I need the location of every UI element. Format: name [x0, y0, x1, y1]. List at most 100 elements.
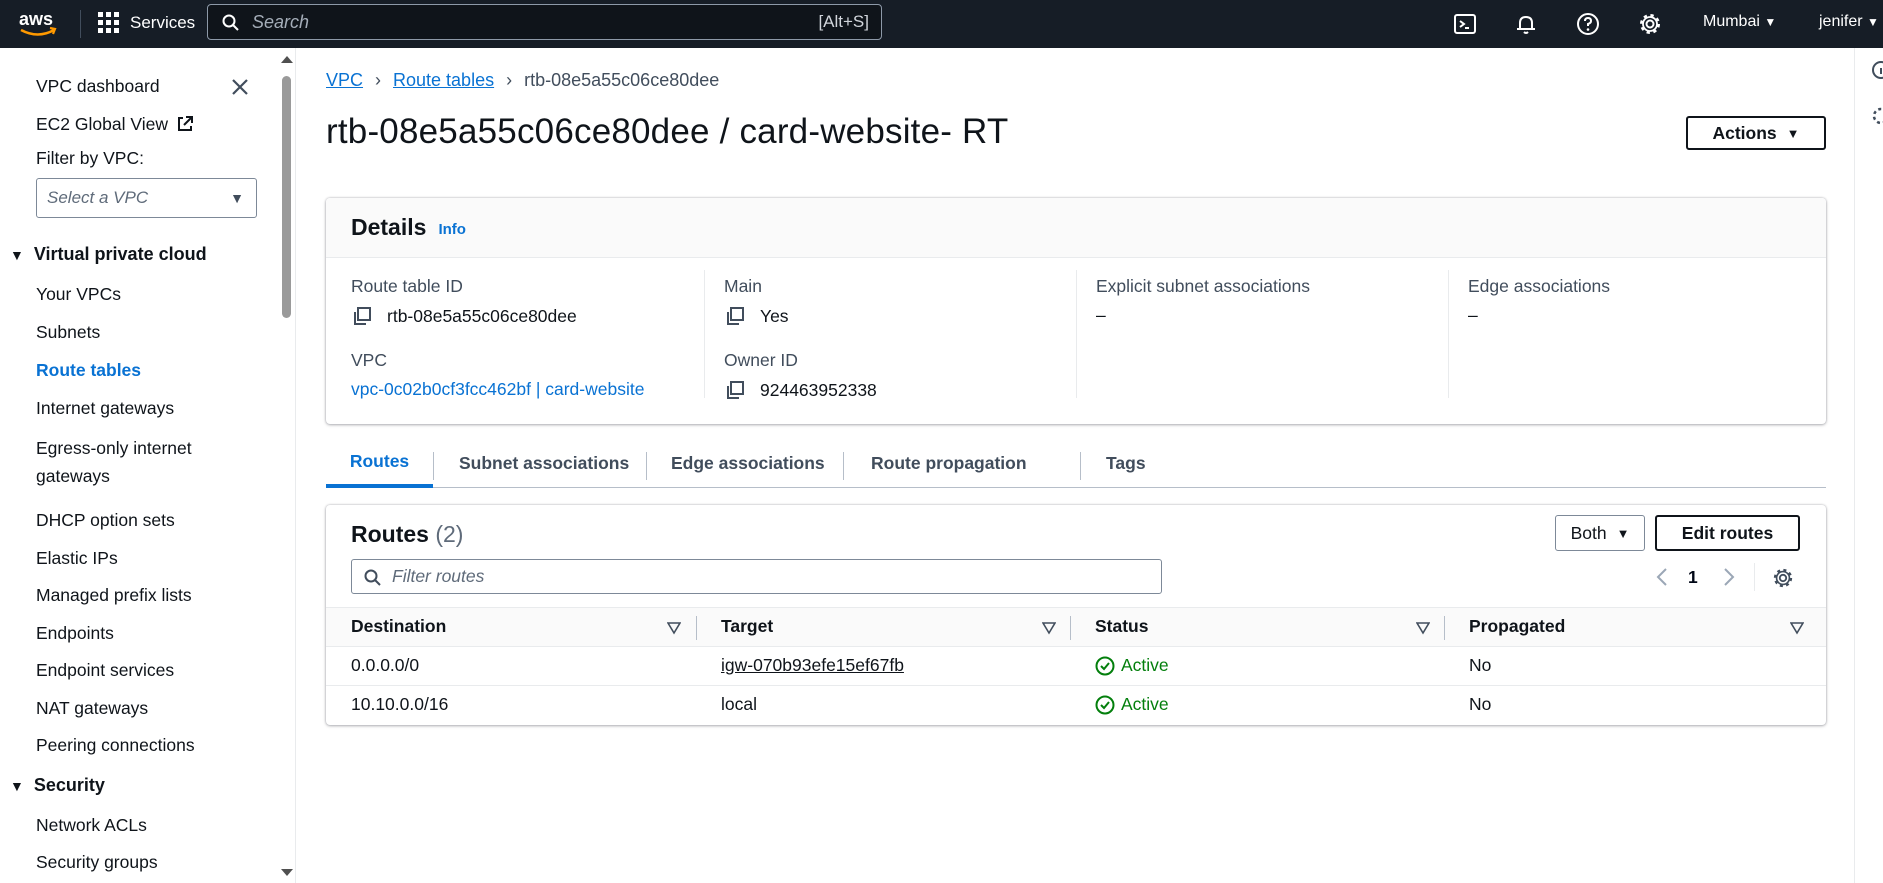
table-row[interactable]: 10.10.0.0/16 local Active No [326, 686, 1826, 725]
routes-title: Routes [351, 521, 429, 547]
column-divider [1070, 616, 1071, 640]
cell-target: local [721, 694, 757, 714]
tab-tags[interactable]: Tags [1106, 438, 1146, 488]
account-menu[interactable]: jenifer ▼ [1819, 13, 1879, 31]
cloudshell-icon[interactable] [1453, 12, 1477, 36]
nav-ec2-global-view-label: EC2 Global View [36, 114, 168, 134]
nav-managed-prefix-lists[interactable]: Managed prefix lists [36, 583, 192, 607]
user-label: jenifer [1819, 13, 1863, 30]
column-divider [1448, 270, 1449, 398]
caret-down-icon: ▼ [10, 777, 24, 794]
breadcrumb-route-tables[interactable]: Route tables [393, 70, 494, 91]
chevron-right-icon: › [375, 70, 382, 90]
copy-icon[interactable] [724, 305, 746, 327]
table-row[interactable]: 0.0.0.0/0 igw-070b93efe15ef67fb Active N… [326, 647, 1826, 686]
column-destination[interactable]: Destination [351, 616, 446, 637]
tab-edge-associations[interactable]: Edge associations [671, 438, 825, 488]
global-search-input[interactable]: Search [Alt+S] [207, 4, 882, 40]
edit-routes-button[interactable]: Edit routes [1655, 515, 1800, 551]
tab-route-propagation[interactable]: Route propagation [871, 438, 1027, 488]
edge-associations-value: – [1468, 305, 1478, 325]
main-label: Main [724, 276, 762, 296]
breadcrumb-vpc[interactable]: VPC [326, 70, 363, 91]
status-text: Active [1121, 655, 1169, 675]
settings-gear-icon[interactable] [1638, 12, 1662, 36]
chevron-left-icon[interactable] [1655, 567, 1669, 587]
scroll-down-icon[interactable] [280, 868, 294, 878]
column-target[interactable]: Target [721, 616, 773, 637]
divider [80, 10, 81, 38]
details-panel: Details Info Route table ID rtb-08e5a55c… [326, 198, 1826, 424]
nav-egress-only-internet-gateways[interactable]: Egress-only internet gateways [36, 434, 192, 490]
tab-subnet-associations[interactable]: Subnet associations [459, 438, 629, 488]
nav-security-groups[interactable]: Security groups [36, 850, 158, 874]
tab-routes[interactable]: Routes [326, 438, 433, 488]
nav-egress-line2: gateways [36, 466, 110, 486]
explicit-subnet-associations-value: – [1096, 305, 1106, 325]
feedback-icon[interactable] [1871, 106, 1883, 126]
column-status[interactable]: Status [1095, 616, 1148, 637]
sort-caret-icon[interactable] [667, 621, 681, 635]
sort-caret-icon[interactable] [1042, 621, 1056, 635]
details-header: Details Info [326, 198, 1826, 258]
services-menu[interactable]: Services [98, 12, 195, 34]
scroll-up-icon[interactable] [280, 54, 294, 64]
region-selector[interactable]: Mumbai ▼ [1703, 13, 1776, 31]
column-propagated[interactable]: Propagated [1469, 616, 1565, 637]
nav-internet-gateways[interactable]: Internet gateways [36, 396, 174, 420]
filter-routes-input[interactable]: Filter routes [351, 559, 1162, 594]
caret-down-icon: ▼ [1616, 525, 1630, 541]
status-success-icon [1095, 656, 1115, 675]
copy-icon[interactable] [351, 305, 373, 327]
vpc-link[interactable]: vpc-0c02b0cf3fcc462bf | card-website [351, 379, 644, 400]
cell-destination: 0.0.0.0/0 [351, 655, 420, 675]
nav-ec2-global-view[interactable]: EC2 Global View [36, 112, 194, 136]
caret-down-icon: ▼ [1786, 125, 1800, 141]
owner-id-value: 924463952338 [760, 379, 877, 400]
nav-route-tables[interactable]: Route tables [36, 358, 141, 382]
explicit-subnet-associations-label: Explicit subnet associations [1096, 276, 1310, 296]
nav-network-acls[interactable]: Network ACLs [36, 813, 147, 837]
route-table-id-value: rtb-08e5a55c06ce80dee [387, 305, 577, 326]
search-shortcut: [Alt+S] [818, 12, 869, 31]
cell-target-link[interactable]: igw-070b93efe15ef67fb [721, 655, 904, 676]
vpc-label: VPC [351, 350, 387, 370]
filter-by-vpc-label: Filter by VPC: [36, 148, 144, 168]
actions-button[interactable]: Actions ▼ [1686, 116, 1826, 150]
section-label: Virtual private cloud [33, 244, 207, 264]
aws-logo[interactable]: aws [18, 8, 58, 40]
help-icon[interactable] [1576, 12, 1600, 36]
edge-associations-label: Edge associations [1468, 276, 1611, 296]
scrollbar-thumb[interactable] [282, 76, 291, 318]
vpc-filter-select[interactable]: Select a VPC ▼ [36, 178, 257, 218]
nav-peering-connections[interactable]: Peering connections [36, 733, 195, 757]
search-icon [364, 569, 381, 586]
chevron-right-icon: › [506, 70, 513, 90]
page-number[interactable]: 1 [1688, 567, 1698, 588]
nav-subnets[interactable]: Subnets [36, 320, 100, 344]
divider [1754, 563, 1755, 591]
nav-vpc-dashboard[interactable]: VPC dashboard [36, 74, 160, 98]
nav-endpoints[interactable]: Endpoints [36, 621, 114, 645]
breadcrumb-current: rtb-08e5a55c06ce80dee [524, 70, 720, 90]
nav-dhcp-option-sets[interactable]: DHCP option sets [36, 508, 175, 532]
nav-elastic-ips[interactable]: Elastic IPs [36, 546, 118, 570]
notifications-bell-icon[interactable] [1514, 12, 1538, 36]
caret-down-icon: ▼ [230, 190, 244, 206]
owner-id-label: Owner ID [724, 350, 798, 370]
copy-icon[interactable] [724, 379, 746, 401]
info-panel-icon[interactable] [1871, 60, 1883, 80]
both-select[interactable]: Both ▼ [1555, 515, 1645, 551]
sort-caret-icon[interactable] [1416, 621, 1430, 635]
preferences-gear-icon[interactable] [1772, 567, 1794, 589]
nav-your-vpcs[interactable]: Your VPCs [36, 282, 121, 306]
details-info-link[interactable]: Info [438, 221, 466, 238]
nav-nat-gateways[interactable]: NAT gateways [36, 696, 148, 720]
section-security[interactable]: ▼ Security [10, 775, 105, 796]
nav-endpoint-services[interactable]: Endpoint services [36, 658, 174, 682]
close-icon[interactable] [231, 78, 249, 96]
chevron-right-icon[interactable] [1722, 567, 1736, 587]
section-virtual-private-cloud[interactable]: ▼ Virtual private cloud [10, 244, 207, 265]
sort-caret-icon[interactable] [1790, 621, 1804, 635]
status-success-icon [1095, 695, 1115, 714]
